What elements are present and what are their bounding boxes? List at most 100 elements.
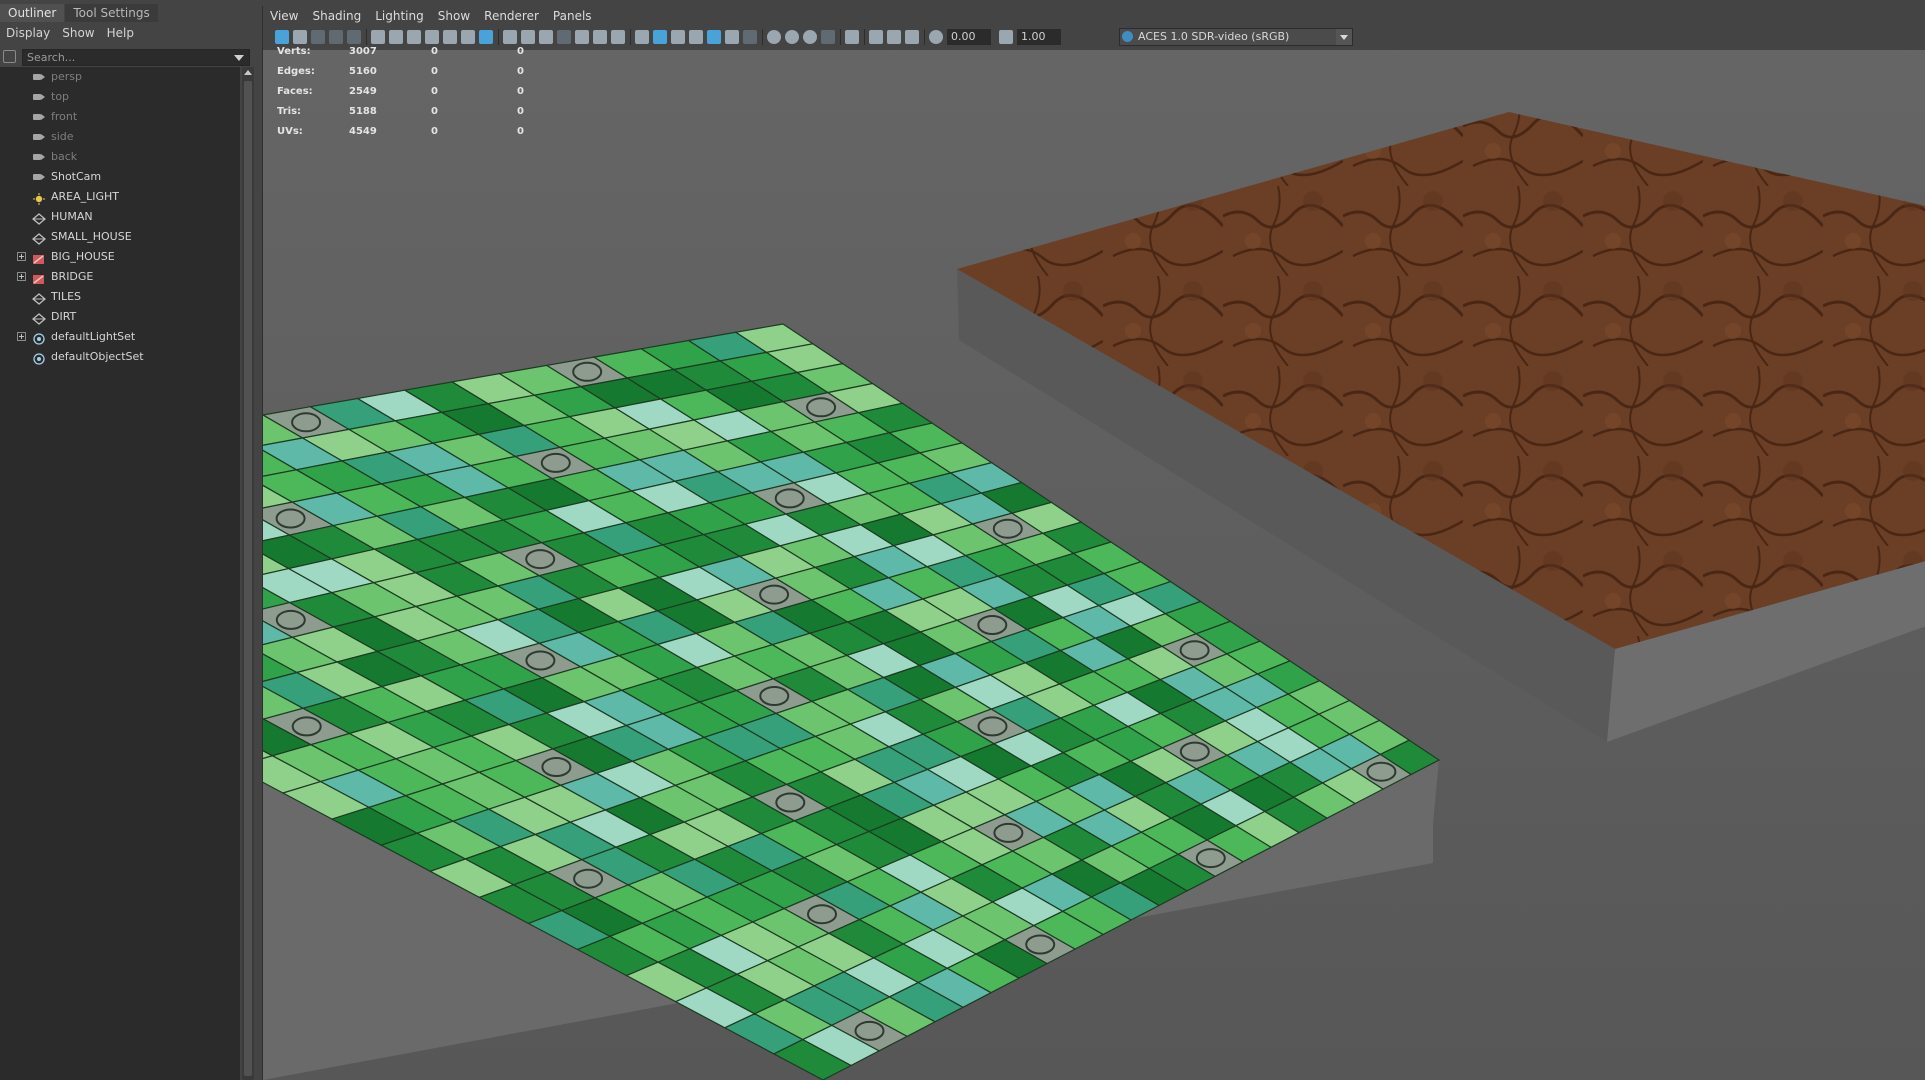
outliner-item-small-house[interactable]: SMALL_HOUSE [0, 227, 240, 247]
shadows-icon[interactable] [743, 30, 757, 44]
lock-camera-icon[interactable] [293, 30, 307, 44]
default-material-icon[interactable] [671, 30, 685, 44]
search-input[interactable] [27, 50, 227, 65]
safe-action-icon[interactable] [593, 30, 607, 44]
select-camera-icon[interactable] [275, 30, 289, 44]
image-plane-icon[interactable] [347, 30, 361, 44]
color-management-icon[interactable] [1122, 31, 1133, 42]
menu-shading[interactable]: Shading [305, 6, 368, 26]
wireframe-icon[interactable] [635, 30, 649, 44]
outliner-item-front[interactable]: front [0, 107, 240, 127]
isolate-select-icon[interactable] [845, 30, 859, 44]
grid-snap-icon[interactable] [443, 30, 457, 44]
menu-display[interactable]: Display [0, 24, 56, 42]
film-gate-icon[interactable] [521, 30, 535, 44]
toolbar-separator [366, 29, 367, 45]
xray-active-icon[interactable] [887, 30, 901, 44]
tab-outliner[interactable]: Outliner [0, 4, 65, 22]
search-dropdown-icon[interactable] [234, 55, 244, 61]
scroll-thumb[interactable] [244, 81, 252, 1076]
smooth-shade-icon[interactable] [653, 30, 667, 44]
outliner-item-dirt[interactable]: DIRT [0, 307, 240, 327]
outliner-item-defaultlightset[interactable]: defaultLightSet [0, 327, 240, 347]
xray-icon[interactable] [869, 30, 883, 44]
expand-icon[interactable] [17, 272, 26, 281]
outliner-item-bridge[interactable]: BRIDGE [0, 267, 240, 287]
camera-icon[interactable] [371, 30, 385, 44]
menu-help[interactable]: Help [101, 24, 140, 42]
camera-icon [32, 71, 46, 83]
scroll-up-icon[interactable] [244, 70, 252, 75]
wireframe-on-shaded-icon[interactable] [689, 30, 703, 44]
depth-of-field-icon[interactable] [821, 30, 835, 44]
safe-title-icon[interactable] [611, 30, 625, 44]
bookmark-flag-icon[interactable] [425, 30, 439, 44]
screen-space-ao-icon[interactable] [767, 30, 781, 44]
hud-value: 0 [517, 66, 524, 77]
viewport-menubar: View Shading Lighting Show Renderer Pane… [263, 6, 1925, 26]
camera-icon [32, 91, 46, 103]
outliner-item-side[interactable]: side [0, 127, 240, 147]
viewport-panel[interactable]: View Shading Lighting Show Renderer Pane… [262, 6, 1925, 1080]
outliner-item-big-house[interactable]: BIG_HOUSE [0, 247, 240, 267]
bookmark-icon[interactable] [329, 30, 343, 44]
motion-blur-icon[interactable] [785, 30, 799, 44]
exposure-field[interactable]: 0.00 [947, 29, 991, 45]
outliner-item-label: defaultLightSet [51, 330, 136, 343]
outliner-item-label: ShotCam [51, 170, 102, 183]
menu-view[interactable]: View [263, 6, 305, 26]
toolbar-separator [924, 29, 925, 45]
multisample-aa-icon[interactable] [803, 30, 817, 44]
expand-icon[interactable] [17, 332, 26, 341]
outliner-item-back[interactable]: back [0, 147, 240, 167]
outliner-item-human[interactable]: HUMAN [0, 207, 240, 227]
set-icon [32, 351, 46, 365]
2d-pan-zoom-icon[interactable] [389, 30, 403, 44]
filter-icon[interactable] [3, 50, 16, 63]
use-all-lights-icon[interactable] [725, 30, 739, 44]
resolution-gate-icon[interactable] [539, 30, 553, 44]
outliner-item-defaultobjectset[interactable]: defaultObjectSet [0, 347, 240, 367]
textured-icon[interactable] [707, 30, 721, 44]
camera-attributes-icon[interactable] [311, 30, 325, 44]
hud-value: 5160 [349, 66, 377, 77]
hud-value: 0 [431, 66, 438, 77]
outliner-item-label: side [51, 130, 74, 143]
hud-label: Faces: [277, 86, 313, 97]
menu-panels[interactable]: Panels [546, 6, 599, 26]
scene-3d[interactable] [263, 6, 1925, 1080]
outliner-item-area-light[interactable]: AREA_LIGHT [0, 187, 240, 207]
hud-label: Tris: [277, 106, 302, 117]
hud-value: 2549 [349, 86, 377, 97]
hud-value: 0 [517, 46, 524, 57]
outliner-item-top[interactable]: top [0, 87, 240, 107]
gamma-icon[interactable] [999, 30, 1013, 44]
pencil-icon[interactable] [479, 30, 493, 44]
tab-tool-settings[interactable]: Tool Settings [65, 4, 158, 22]
outliner-tree: persp top front side back ShotCam AREA_LIGHT HU… [0, 67, 240, 1080]
search-row [0, 48, 257, 68]
menu-lighting[interactable]: Lighting [368, 6, 431, 26]
grease-pencil-icon[interactable] [407, 30, 421, 44]
menu-renderer[interactable]: Renderer [477, 6, 546, 26]
outliner-item-persp[interactable]: persp [0, 67, 240, 87]
xray-joints-icon[interactable] [905, 30, 919, 44]
move-icon[interactable] [461, 30, 475, 44]
menu-show[interactable]: Show [56, 24, 100, 42]
color-space-dropdown[interactable]: ACES 1.0 SDR-video (sRGB) [1119, 28, 1353, 46]
menu-show[interactable]: Show [431, 6, 477, 26]
exposure-icon[interactable] [929, 30, 943, 44]
camera-icon [32, 171, 46, 183]
gate-mask-icon[interactable] [557, 30, 571, 44]
grid-icon[interactable] [503, 30, 517, 44]
outliner-scrollbar[interactable] [242, 67, 254, 1080]
outliner-item-tiles[interactable]: TILES [0, 287, 240, 307]
outliner-item-label: BRIDGE [51, 270, 94, 283]
field-chart-icon[interactable] [575, 30, 589, 44]
color-space-label: ACES 1.0 SDR-video (sRGB) [1138, 30, 1290, 43]
outliner-item-shotcam[interactable]: ShotCam [0, 167, 240, 187]
chevron-down-icon[interactable] [1336, 29, 1352, 45]
expand-icon[interactable] [17, 252, 26, 261]
viewport-toolbar: 0.00 1.00 ACES 1.0 SDR-video (sRGB) [263, 26, 1925, 50]
gamma-field[interactable]: 1.00 [1017, 29, 1061, 45]
